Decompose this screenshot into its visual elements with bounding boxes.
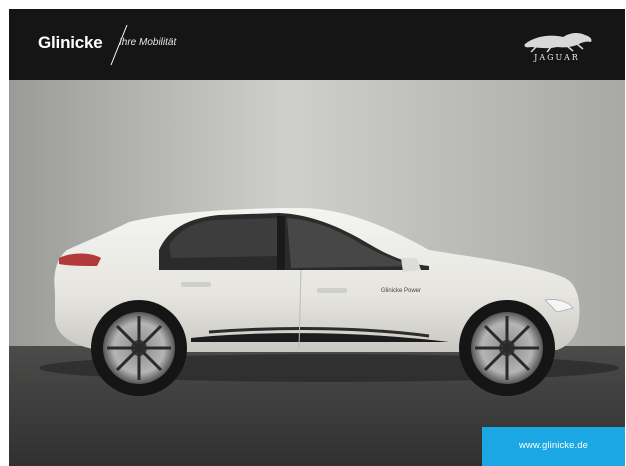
car-photo: Glinicke Power [9,80,625,466]
website-link[interactable]: www.glinicke.de [482,440,625,451]
dealer-logo-name: Glinicke [38,33,103,52]
website-badge[interactable]: www.glinicke.de [482,427,625,466]
header-bar: Glinicke Ihre Mobilität JAGUAR [9,9,625,80]
jaguar-wordmark: JAGUAR [534,53,580,62]
door-decal: Glinicke Power [381,288,421,294]
ad-banner: Glinicke Ihre Mobilität JAGUAR Glinicke … [9,9,625,466]
jaguar-leaper-icon [524,32,592,53]
dealer-tagline: Ihre Mobilität [119,37,177,48]
